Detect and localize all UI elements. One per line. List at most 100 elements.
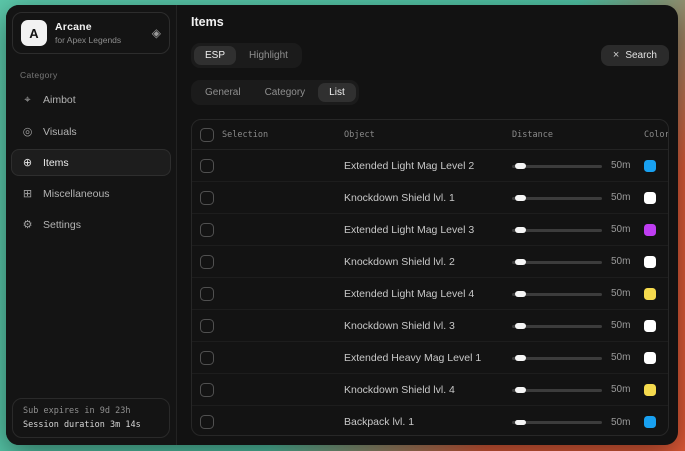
view-tab-list[interactable]: List xyxy=(318,83,356,102)
app-window: A Arcane for Apex Legends ◈ Category ⌖ A… xyxy=(6,5,678,445)
search-button[interactable]: × Search xyxy=(601,45,669,66)
items-table: Selection Object Distance Color Extended… xyxy=(191,119,669,436)
object-label: Knockdown Shield lvl. 4 xyxy=(344,384,512,396)
distance-slider[interactable] xyxy=(512,320,602,332)
color-swatch[interactable] xyxy=(644,160,656,172)
visuals-eye-icon: ◎ xyxy=(21,125,34,138)
app-title: Arcane xyxy=(55,21,144,33)
distance-value: 50m xyxy=(611,288,630,299)
color-swatch[interactable] xyxy=(644,320,656,332)
slider-thumb[interactable] xyxy=(515,387,526,393)
color-swatch[interactable] xyxy=(644,416,656,428)
distance-value: 50m xyxy=(611,192,630,203)
slider-thumb[interactable] xyxy=(515,163,526,169)
object-label: Knockdown Shield lvl. 1 xyxy=(344,192,512,204)
color-swatch[interactable] xyxy=(644,224,656,236)
miscellaneous-grid-icon: ⊞ xyxy=(21,187,34,200)
color-swatch[interactable] xyxy=(644,384,656,396)
distance-value: 50m xyxy=(611,224,630,235)
color-swatch[interactable] xyxy=(644,192,656,204)
sub-expiry-text: Sub expires in 9d 23h xyxy=(23,406,159,416)
row-checkbox[interactable] xyxy=(200,287,214,301)
distance-slider[interactable] xyxy=(512,224,602,236)
items-target-icon: ⊕ xyxy=(21,156,34,169)
color-swatch[interactable] xyxy=(644,352,656,364)
object-label: Extended Light Mag Level 2 xyxy=(344,160,512,172)
slider-thumb[interactable] xyxy=(515,227,526,233)
distance-slider[interactable] xyxy=(512,256,602,268)
distance-value: 50m xyxy=(611,417,630,428)
header-checkbox-cell xyxy=(192,128,222,142)
table-row: Extended Heavy Mag Level 1 50m xyxy=(192,342,668,374)
object-label: Backpack lvl. 1 xyxy=(344,416,512,428)
sidebar-item-miscellaneous[interactable]: ⊞ Miscellaneous xyxy=(11,180,171,207)
column-header-object: Object xyxy=(344,130,512,140)
sidebar-nav: ⌖ Aimbot ◎ Visuals ⊕ Items ⊞ Miscellaneo… xyxy=(6,86,176,238)
mode-tab-highlight[interactable]: Highlight xyxy=(238,46,299,65)
slider-thumb[interactable] xyxy=(515,195,526,201)
page-title: Items xyxy=(191,15,669,29)
sidebar-item-visuals[interactable]: ◎ Visuals xyxy=(11,118,171,145)
distance-value: 50m xyxy=(611,320,630,331)
sidebar: A Arcane for Apex Legends ◈ Category ⌖ A… xyxy=(6,5,177,445)
object-label: Extended Heavy Mag Level 1 xyxy=(344,352,512,364)
distance-value: 50m xyxy=(611,256,630,267)
app-header-card: A Arcane for Apex Legends ◈ xyxy=(12,12,170,54)
sidebar-item-label: Visuals xyxy=(43,126,77,138)
color-swatch[interactable] xyxy=(644,256,656,268)
row-checkbox[interactable] xyxy=(200,255,214,269)
sidebar-item-label: Aimbot xyxy=(43,94,76,106)
table-row: Knockdown Shield lvl. 1 50m xyxy=(192,182,668,214)
column-header-selection: Selection xyxy=(222,130,344,140)
settings-gear-icon: ⚙ xyxy=(21,218,34,231)
table-header-row: Selection Object Distance Color xyxy=(192,120,668,150)
distance-value: 50m xyxy=(611,160,630,171)
row-checkbox[interactable] xyxy=(200,191,214,205)
slider-thumb[interactable] xyxy=(515,355,526,361)
distance-slider[interactable] xyxy=(512,416,602,428)
distance-slider[interactable] xyxy=(512,352,602,364)
table-row: Extended Light Mag Level 3 50m xyxy=(192,214,668,246)
subscription-info-card: Sub expires in 9d 23h Session duration 3… xyxy=(12,398,170,438)
slider-thumb[interactable] xyxy=(515,420,526,426)
distance-slider[interactable] xyxy=(512,160,602,172)
row-checkbox[interactable] xyxy=(200,351,214,365)
table-row: Knockdown Shield lvl. 4 50m xyxy=(192,374,668,406)
mode-tab-esp[interactable]: ESP xyxy=(194,46,236,65)
color-swatch[interactable] xyxy=(644,288,656,300)
distance-slider[interactable] xyxy=(512,288,602,300)
slider-thumb[interactable] xyxy=(515,323,526,329)
search-x-icon: × xyxy=(613,50,619,61)
aimbot-crosshair-icon: ⌖ xyxy=(21,93,34,107)
table-body: Extended Light Mag Level 2 50m Knockdown… xyxy=(192,150,668,436)
view-tab-general[interactable]: General xyxy=(194,83,252,102)
distance-value: 50m xyxy=(611,384,630,395)
object-label: Extended Light Mag Level 4 xyxy=(344,288,512,300)
distance-slider[interactable] xyxy=(512,192,602,204)
sidebar-item-settings[interactable]: ⚙ Settings xyxy=(11,211,171,238)
slider-thumb[interactable] xyxy=(515,259,526,265)
mode-tabs: ESP Highlight xyxy=(191,43,302,68)
compass-badge-icon[interactable]: ◈ xyxy=(152,26,161,40)
row-checkbox[interactable] xyxy=(200,159,214,173)
row-checkbox[interactable] xyxy=(200,383,214,397)
search-button-label: Search xyxy=(625,50,657,61)
sidebar-item-label: Items xyxy=(43,157,69,169)
select-all-checkbox[interactable] xyxy=(200,128,214,142)
object-label: Extended Light Mag Level 3 xyxy=(344,224,512,236)
row-checkbox[interactable] xyxy=(200,223,214,237)
controls-row: ESP Highlight × Search xyxy=(191,43,669,68)
category-section-label: Category xyxy=(20,70,176,80)
row-checkbox[interactable] xyxy=(200,415,214,429)
table-row: Backpack lvl. 1 50m xyxy=(192,406,668,436)
table-row: Extended Light Mag Level 4 50m xyxy=(192,278,668,310)
slider-thumb[interactable] xyxy=(515,291,526,297)
column-header-distance: Distance xyxy=(512,130,644,140)
view-tab-category[interactable]: Category xyxy=(254,83,317,102)
object-label: Knockdown Shield lvl. 3 xyxy=(344,320,512,332)
row-checkbox[interactable] xyxy=(200,319,214,333)
distance-slider[interactable] xyxy=(512,384,602,396)
sidebar-item-aimbot[interactable]: ⌖ Aimbot xyxy=(11,86,171,114)
sidebar-item-items[interactable]: ⊕ Items xyxy=(11,149,171,176)
app-titles: Arcane for Apex Legends xyxy=(55,21,144,45)
